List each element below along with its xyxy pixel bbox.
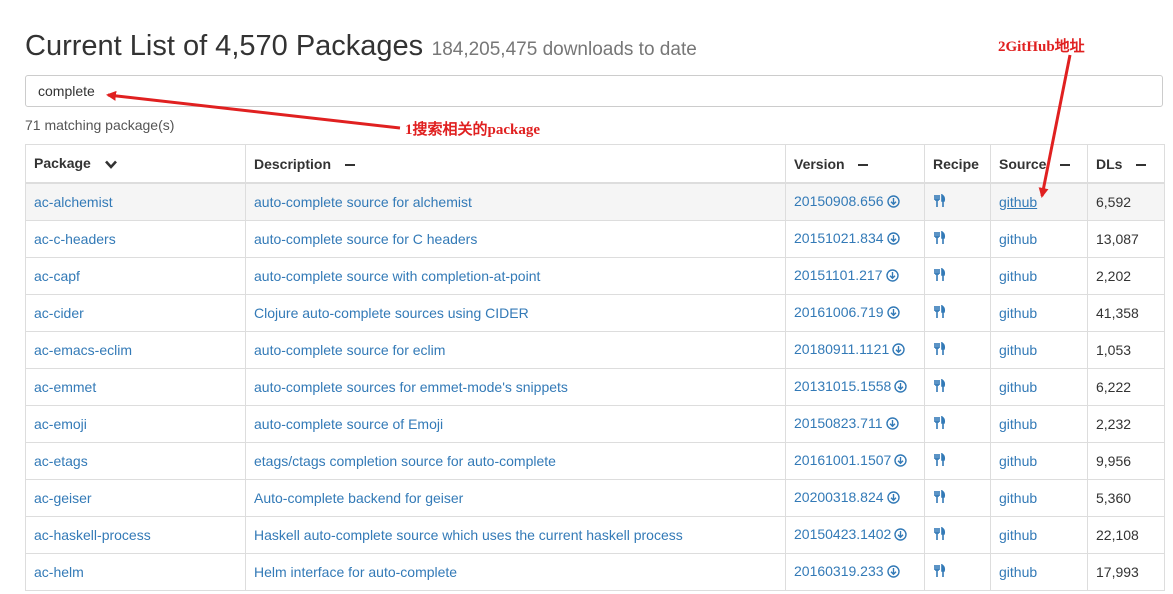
github-arrow xyxy=(1038,54,1072,198)
search-arrow xyxy=(106,90,401,130)
annotation-arrows xyxy=(106,54,1072,198)
